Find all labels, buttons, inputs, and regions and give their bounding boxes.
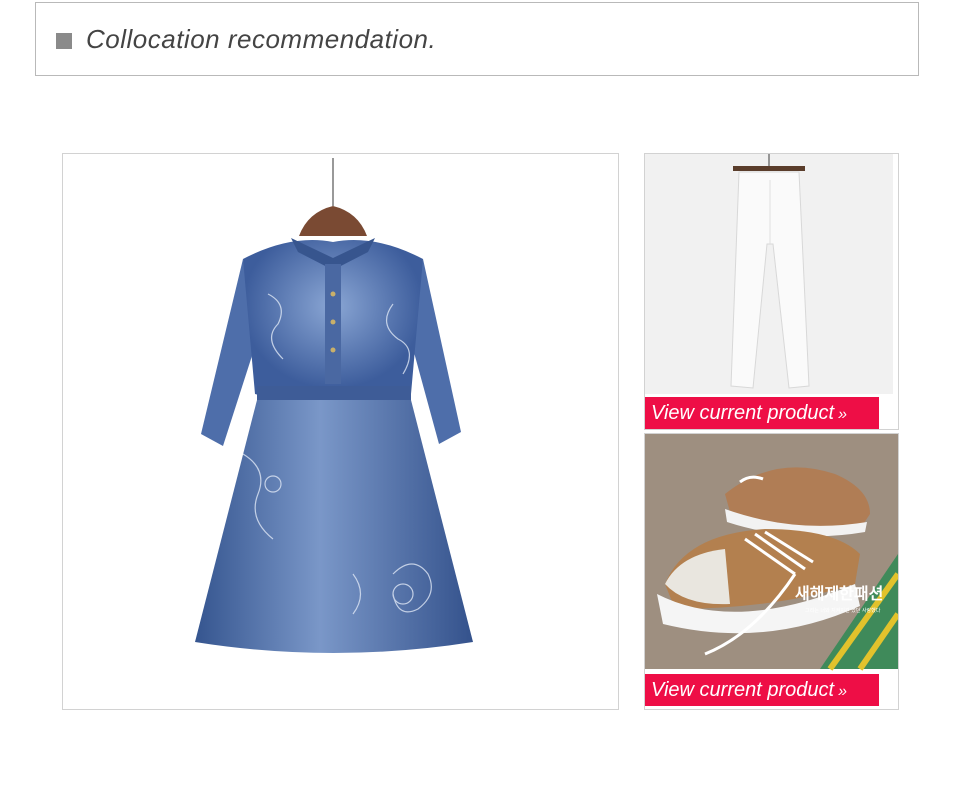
double-chevron-icon: » (838, 683, 847, 700)
square-bullet-icon (56, 33, 72, 49)
side-product-card-pants[interactable]: View current product» (644, 153, 899, 430)
white-pants-image[interactable] (645, 154, 898, 429)
double-chevron-icon: » (838, 406, 847, 423)
view-current-product-button[interactable]: View current product» (645, 674, 879, 706)
overlay-subtext: 그리는 너와 지켜지긴 썼던 사랑했다 (805, 607, 881, 614)
main-product-card[interactable] (62, 153, 619, 710)
sneakers-image[interactable]: 새해제한패션 그리는 너와 지켜지긴 썼던 사랑했다 (645, 434, 898, 709)
side-product-card-sneakers[interactable]: 새해제한패션 그리는 너와 지켜지긴 썼던 사랑했다 View current … (644, 433, 899, 710)
view-current-product-button[interactable]: View current product» (645, 397, 879, 429)
section-header: Collocation recommendation. (35, 2, 919, 76)
section-title: Collocation recommendation. (86, 24, 437, 54)
denim-dress-image[interactable] (63, 154, 619, 710)
view-button-label: View current product (651, 402, 835, 424)
overlay-text: 새해제한패션 (795, 584, 883, 603)
view-button-label: View current product (651, 679, 835, 701)
